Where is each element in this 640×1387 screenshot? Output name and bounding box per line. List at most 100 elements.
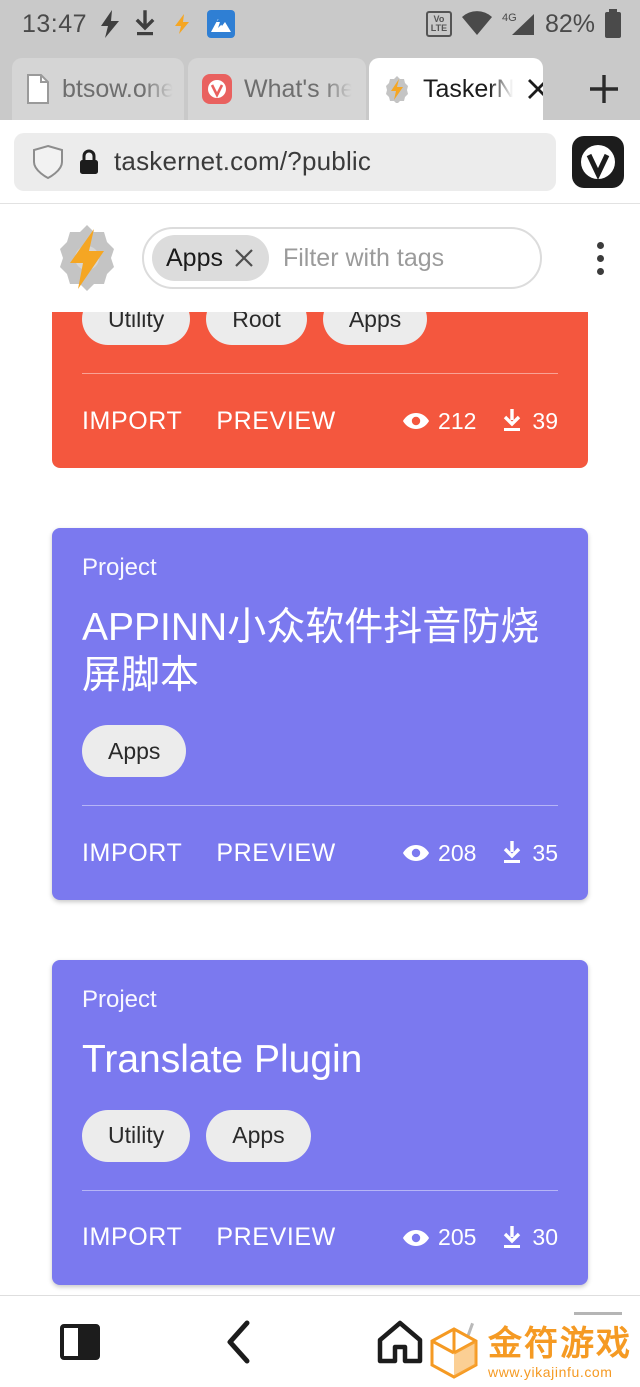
watermark-url: www.yikajinfu.com (488, 1364, 613, 1380)
volte-icon: Vo LTE (425, 11, 452, 37)
eye-icon (402, 843, 430, 863)
downloads-count: 35 (532, 839, 558, 866)
close-icon[interactable] (233, 247, 255, 269)
shield-icon[interactable] (32, 144, 64, 180)
wifi-icon (461, 11, 493, 37)
downloads-stat: 35 (500, 840, 558, 867)
url-text: taskernet.com/?public (114, 146, 372, 176)
project-card[interactable]: Utility Root Apps IMPORT PREVIEW 212 39 (52, 312, 588, 468)
tab-taskernet[interactable]: TaskerN (369, 58, 543, 120)
cellular-signal-icon: 4G (502, 10, 536, 38)
tab-strip: btsow.one What's ne TaskerN (0, 48, 640, 120)
project-card-list: Utility Root Apps IMPORT PREVIEW 212 39 … (0, 312, 640, 1285)
views-stat: 205 (402, 1224, 476, 1251)
page-content: Apps Filter with tags Utility Root Apps … (0, 204, 640, 1285)
panel-toggle-icon[interactable] (0, 1323, 160, 1360)
recents-dash (574, 1312, 622, 1315)
browser-chrome: 13:47 Vo LTE 4G 82% btsow.one What's ne … (0, 0, 640, 204)
card-actions: IMPORT PREVIEW 212 39 (82, 374, 558, 468)
clock: 13:47 (22, 9, 88, 38)
card-stats: 205 30 (402, 1224, 558, 1251)
lock-icon (78, 147, 100, 177)
project-card[interactable]: Project Translate Plugin Utility Apps IM… (52, 960, 588, 1285)
views-count: 205 (438, 1224, 477, 1251)
app-header: Apps Filter with tags (0, 204, 640, 312)
tab-title: btsow.one (62, 74, 175, 103)
tasker-icon (169, 11, 195, 37)
flash-icon (99, 10, 121, 38)
card-kind-label: Project (82, 554, 157, 581)
watermark-text: 金符游戏 www.yikajinfu.com (488, 1327, 632, 1379)
volte-bottom-label: LTE (430, 23, 448, 33)
views-count: 208 (438, 839, 477, 866)
project-card[interactable]: Project APPINN小众软件抖音防烧屏脚本 Apps IMPORT PR… (52, 528, 588, 901)
svg-text:4G: 4G (502, 12, 517, 24)
battery-icon (604, 9, 622, 39)
bottom-navigation-bar: 金符游戏 www.yikajinfu.com (0, 1295, 640, 1387)
tasker-logo[interactable] (50, 221, 124, 295)
preview-button[interactable]: PREVIEW (216, 1223, 336, 1252)
tag-chip[interactable]: Root (206, 312, 307, 345)
views-count: 212 (438, 407, 477, 434)
eye-icon (402, 1228, 430, 1248)
tag-list: Utility Root Apps (82, 312, 558, 345)
tag-chip[interactable]: Apps (322, 312, 428, 345)
import-button[interactable]: IMPORT (82, 1223, 182, 1252)
downloads-stat: 39 (500, 408, 558, 435)
tag-chip[interactable]: Apps (82, 725, 187, 778)
downloads-count: 30 (532, 1224, 558, 1251)
tag-filter-box[interactable]: Apps Filter with tags (142, 227, 542, 289)
overflow-menu-icon[interactable] (580, 241, 620, 275)
cube-icon (428, 1325, 480, 1381)
watermark: 金符游戏 www.yikajinfu.com (428, 1325, 632, 1381)
card-stats: 208 35 (402, 840, 558, 867)
card-actions: IMPORT PREVIEW 208 35 (82, 806, 558, 900)
downloads-count: 39 (532, 407, 558, 434)
tag-list: Apps (82, 725, 558, 778)
back-icon[interactable] (160, 1319, 320, 1365)
screen: 13:47 Vo LTE 4G 82% btsow.one What's ne … (0, 0, 640, 1387)
card-stats: 212 39 (402, 408, 558, 435)
tag-chip[interactable]: Utility (82, 312, 191, 345)
filter-chip-apps[interactable]: Apps (152, 235, 269, 281)
document-icon (26, 74, 50, 104)
download-icon (500, 1225, 524, 1251)
download-icon (500, 408, 524, 434)
tag-list: Utility Apps (82, 1109, 558, 1162)
preview-button[interactable]: PREVIEW (216, 407, 336, 436)
tab-btsow[interactable]: btsow.one (12, 58, 184, 120)
tasker-gear-icon (383, 75, 411, 103)
close-icon[interactable] (525, 76, 543, 102)
downloads-stat: 30 (500, 1224, 558, 1251)
preview-button[interactable]: PREVIEW (216, 839, 336, 868)
views-stat: 212 (402, 408, 476, 435)
tab-title: TaskerN (423, 74, 515, 103)
vivaldi-sync-icon (207, 10, 236, 38)
import-button[interactable]: IMPORT (82, 407, 182, 436)
card-title: Translate Plugin (82, 1038, 363, 1082)
card-title: APPINN小众软件抖音防烧屏脚本 (82, 606, 540, 697)
tag-chip[interactable]: Apps (206, 1109, 311, 1162)
card-clip-wrapper: Utility Root Apps IMPORT PREVIEW 212 39 (52, 312, 588, 468)
download-icon (500, 840, 524, 866)
tab-title: What's ne (244, 74, 355, 103)
tab-whats-new[interactable]: What's ne (188, 58, 366, 120)
status-bar: 13:47 Vo LTE 4G 82% (0, 0, 640, 48)
card-spacer (52, 900, 588, 960)
address-bar[interactable]: taskernet.com/?public (14, 132, 556, 191)
download-icon (133, 10, 157, 38)
vivaldi-menu-button[interactable] (570, 134, 626, 190)
status-bar-left: 13:47 (22, 9, 236, 39)
address-bar-row: taskernet.com/?public (0, 120, 640, 204)
card-actions: IMPORT PREVIEW 205 30 (82, 1191, 558, 1285)
views-stat: 208 (402, 840, 476, 867)
vivaldi-icon (202, 74, 232, 104)
import-button[interactable]: IMPORT (82, 839, 182, 868)
watermark-brand: 金符游戏 (488, 1325, 632, 1363)
tag-chip[interactable]: Utility (82, 1109, 191, 1162)
new-tab-button[interactable] (587, 72, 621, 106)
filter-chip-label: Apps (166, 243, 223, 272)
tag-filter-input[interactable]: Filter with tags (275, 244, 444, 273)
card-kind-label: Project (82, 986, 157, 1014)
battery-percent-label: 82% (544, 9, 595, 38)
